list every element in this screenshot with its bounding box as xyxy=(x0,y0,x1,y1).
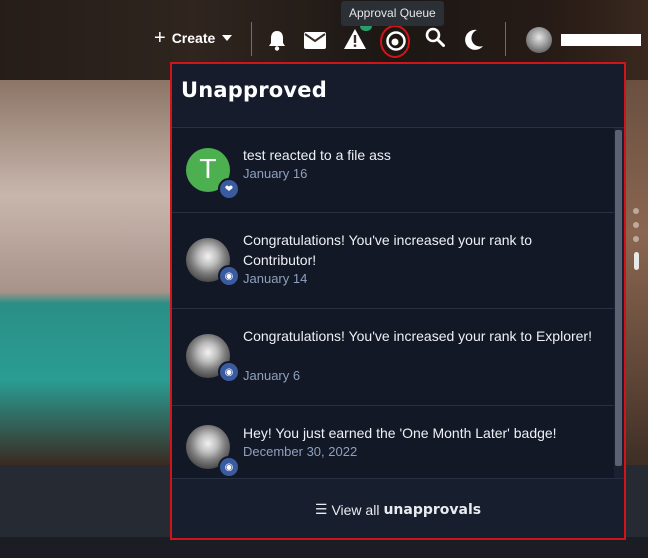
notification-list: T ❤ test reacted to a file ass January 1… xyxy=(172,128,614,478)
search-icon[interactable] xyxy=(424,26,446,48)
scroll-dot xyxy=(633,208,639,214)
item-date: January 14 xyxy=(243,271,308,286)
item-text: Congratulations! You've increased your r… xyxy=(243,328,592,344)
dropdown-header: Unapproved xyxy=(172,64,624,128)
chevron-down-icon xyxy=(222,35,233,41)
medal-icon: ◉ xyxy=(218,456,240,478)
list-item[interactable]: ◉ Congratulations! You've increased your… xyxy=(172,309,614,406)
item-text: Congratulations! You've increased your r… xyxy=(243,232,533,268)
moon-icon[interactable] xyxy=(463,28,485,52)
divider xyxy=(505,22,506,56)
create-button[interactable]: + Create xyxy=(154,27,233,49)
item-text: Hey! You just earned the 'One Month Late… xyxy=(243,425,557,441)
scroll-indicator xyxy=(634,252,639,270)
bell-icon[interactable] xyxy=(266,28,288,52)
background-wall-left xyxy=(0,80,172,465)
medal-icon: ◉ xyxy=(218,361,240,383)
page-footer-bottom xyxy=(0,537,648,558)
approval-queue-dropdown: Unapproved T ❤ test reacted to a file as… xyxy=(170,62,626,540)
divider xyxy=(251,22,252,56)
list-item[interactable]: ◉ Hey! You just earned the 'One Month La… xyxy=(172,406,614,478)
scroll-dot xyxy=(633,236,639,242)
item-date: December 30, 2022 xyxy=(243,444,358,459)
list-item[interactable]: T ❤ test reacted to a file ass January 1… xyxy=(172,128,614,213)
background-wall-right xyxy=(626,80,648,465)
item-date: January 16 xyxy=(243,166,308,181)
approval-queue-tooltip: Approval Queue xyxy=(341,1,444,26)
envelope-icon[interactable] xyxy=(303,30,327,50)
plus-icon: + xyxy=(154,27,166,49)
create-label: Create xyxy=(171,30,216,46)
view-all-label: View all xyxy=(331,501,380,518)
highlight-annotation xyxy=(380,25,410,58)
item-text: test reacted to a file ass xyxy=(243,147,391,163)
view-all-link[interactable]: ☰ View all unapprovals xyxy=(172,478,624,538)
list-icon: ☰ xyxy=(314,501,328,517)
heart-icon: ❤ xyxy=(218,178,240,200)
item-date: January 6 xyxy=(243,368,301,383)
scrollbar-thumb[interactable] xyxy=(615,130,622,466)
medal-icon: ◉ xyxy=(218,265,240,287)
scroll-dot xyxy=(633,222,639,228)
view-all-strong: unapprovals xyxy=(383,501,482,518)
list-item[interactable]: ◉ Congratulations! You've increased your… xyxy=(172,213,614,309)
dropdown-title: Unapproved xyxy=(181,78,327,102)
username-redacted[interactable] xyxy=(561,34,641,46)
user-avatar[interactable] xyxy=(526,27,552,53)
